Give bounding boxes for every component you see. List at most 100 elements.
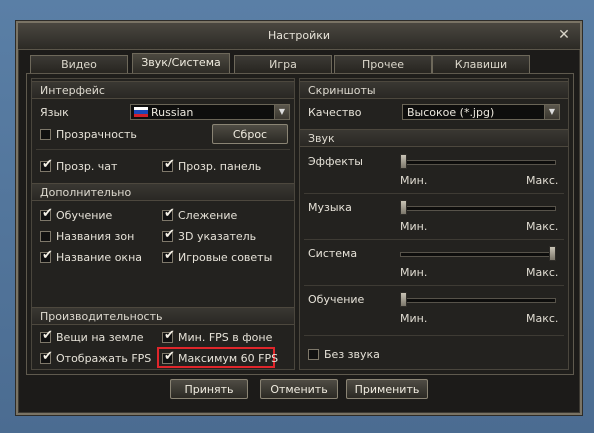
screenshots-header: Скриншоты <box>300 81 568 99</box>
sound-header: Звук <box>300 129 568 147</box>
language-select[interactable]: Russian ▼ <box>130 104 290 120</box>
slider-thumb[interactable] <box>400 200 407 215</box>
tab-video[interactable]: Видео <box>30 55 128 74</box>
transparent-chat-checkbox[interactable]: ✔ <box>40 157 53 172</box>
slider-min-label: Мин. <box>400 174 428 187</box>
checkmark-icon: ✔ <box>42 157 53 172</box>
mute-label: Без звука <box>324 348 380 361</box>
tab-label: Клавиши <box>454 58 508 71</box>
window-title: Настройки <box>267 29 331 42</box>
tab-keys[interactable]: Клавиши <box>432 55 530 74</box>
language-value: Russian <box>151 106 194 119</box>
left-panel: Интерфейс Язык Russian ▼ Прозрачность Сб… <box>31 78 295 370</box>
tracking-label: Слежение <box>178 209 238 222</box>
transparency-checkbox[interactable] <box>40 129 51 140</box>
divider <box>304 285 564 286</box>
max-60fps-checkbox[interactable]: ✔ <box>162 350 175 364</box>
checkmark-icon: ✔ <box>164 328 175 343</box>
tab-game[interactable]: Игра <box>234 55 332 74</box>
slider-max-label: Макс. <box>526 266 559 279</box>
system-slider[interactable] <box>400 246 556 261</box>
min-fps-background-checkbox[interactable]: ✔ <box>162 328 175 343</box>
zone-names-label: Названия зон <box>56 230 135 243</box>
chevron-down-icon[interactable]: ▼ <box>544 105 559 119</box>
effects-slider[interactable] <box>400 154 556 169</box>
divider <box>304 239 564 240</box>
chevron-down-icon[interactable]: ▼ <box>274 105 289 119</box>
slider-max-label: Макс. <box>526 220 559 233</box>
mute-checkbox[interactable] <box>308 349 319 360</box>
accept-button[interactable]: Принять <box>170 379 248 399</box>
language-label: Язык <box>40 106 69 119</box>
tab-label: Звук/Система <box>141 56 221 69</box>
checkmark-icon: ✔ <box>164 206 175 221</box>
tab-other[interactable]: Прочее <box>334 55 432 74</box>
slider-max-label: Макс. <box>526 312 559 325</box>
tracking-checkbox[interactable]: ✔ <box>162 206 175 221</box>
slider-track <box>400 298 556 303</box>
tab-label: Игра <box>269 58 297 71</box>
apply-button[interactable]: Применить <box>346 379 428 399</box>
music-label: Музыка <box>308 201 352 214</box>
3d-pointer-label: 3D указатель <box>178 230 257 243</box>
title-bar: Настройки ✕ <box>18 23 580 50</box>
window-name-label: Название окна <box>56 251 142 264</box>
tab-sound-system[interactable]: Звук/Система <box>132 53 230 75</box>
max-60fps-label: Максимум 60 FPS <box>178 352 279 365</box>
slider-min-label: Мин. <box>400 312 428 325</box>
ground-items-checkbox[interactable]: ✔ <box>40 328 53 343</box>
slider-max-label: Макс. <box>526 174 559 187</box>
tab-label: Видео <box>61 58 97 71</box>
effects-label: Эффекты <box>308 155 363 168</box>
russia-flag-icon <box>134 107 148 117</box>
ground-items-label: Вещи на земле <box>56 331 144 344</box>
tab-label: Прочее <box>361 58 405 71</box>
system-label: Система <box>308 247 358 260</box>
quality-label: Качество <box>308 106 362 119</box>
zone-names-checkbox[interactable] <box>40 231 51 242</box>
game-tips-checkbox[interactable]: ✔ <box>162 248 175 263</box>
performance-header: Производительность <box>32 307 294 325</box>
slider-thumb[interactable] <box>400 154 407 169</box>
checkmark-icon: ✔ <box>42 349 53 364</box>
checkmark-icon: ✔ <box>42 328 53 343</box>
tutorial-sound-label: Обучение <box>308 293 365 306</box>
transparent-panel-checkbox[interactable]: ✔ <box>162 157 175 172</box>
3d-pointer-checkbox[interactable]: ✔ <box>162 227 175 242</box>
divider <box>304 335 564 336</box>
additional-header: Дополнительно <box>32 183 294 201</box>
checkmark-icon: ✔ <box>42 248 53 263</box>
transparent-chat-label: Прозр. чат <box>56 160 118 173</box>
show-fps-checkbox[interactable]: ✔ <box>40 349 53 364</box>
checkmark-icon: ✔ <box>42 206 53 221</box>
game-tips-label: Игровые советы <box>178 251 273 264</box>
interface-header: Интерфейс <box>32 81 294 99</box>
tutorial-checkbox[interactable]: ✔ <box>40 206 53 221</box>
slider-thumb[interactable] <box>400 292 407 307</box>
tutorial-label: Обучение <box>56 209 113 222</box>
quality-value: Высокое (*.jpg) <box>407 106 495 119</box>
transparency-label: Прозрачность <box>56 128 137 141</box>
tutorial-sound-slider[interactable] <box>400 292 556 307</box>
checkmark-icon: ✔ <box>164 157 175 172</box>
slider-min-label: Мин. <box>400 220 428 233</box>
divider <box>36 149 290 150</box>
transparent-panel-label: Прозр. панель <box>178 160 262 173</box>
cancel-button[interactable]: Отменить <box>260 379 338 399</box>
settings-window: Настройки ✕ Видео Звук/Система Игра Проч… <box>16 21 582 415</box>
show-fps-label: Отображать FPS <box>56 352 152 365</box>
window-name-checkbox[interactable]: ✔ <box>40 248 53 263</box>
checkmark-icon: ✔ <box>164 248 175 263</box>
music-slider[interactable] <box>400 200 556 215</box>
slider-min-label: Мин. <box>400 266 428 279</box>
quality-select[interactable]: Высокое (*.jpg) ▼ <box>402 104 560 120</box>
slider-thumb[interactable] <box>549 246 556 261</box>
close-icon[interactable]: ✕ <box>556 27 572 43</box>
slider-track <box>400 252 556 257</box>
checkmark-icon: ✔ <box>164 227 175 242</box>
reset-button[interactable]: Сброс <box>212 124 288 144</box>
divider <box>304 193 564 194</box>
min-fps-background-label: Мин. FPS в фоне <box>178 331 273 344</box>
slider-track <box>400 160 556 165</box>
slider-track <box>400 206 556 211</box>
